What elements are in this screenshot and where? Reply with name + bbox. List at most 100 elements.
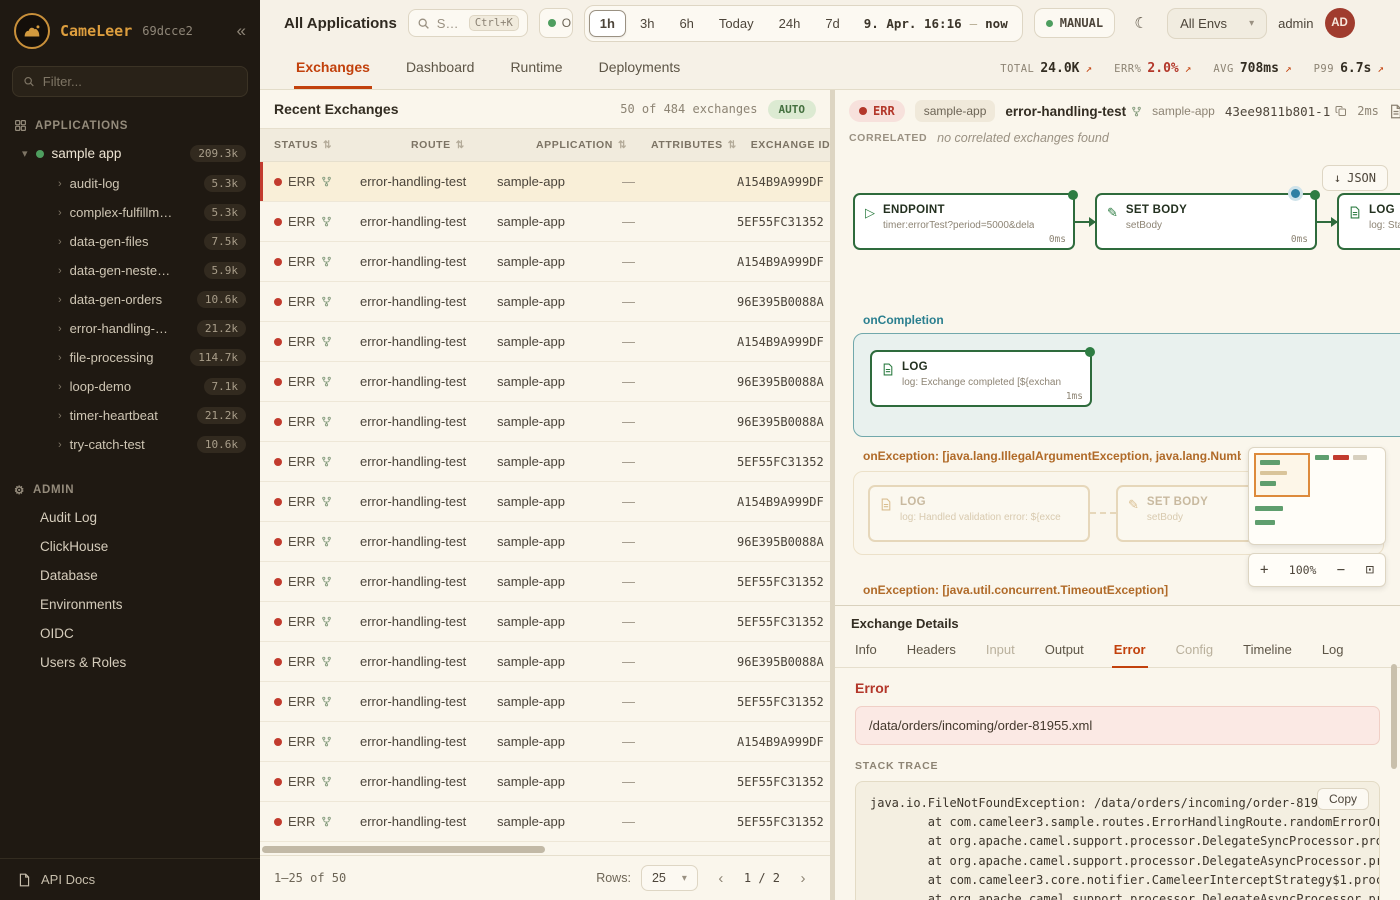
flow-connector-arrow <box>1075 221 1095 223</box>
copy-stack-trace-button[interactable]: Copy <box>1317 788 1369 810</box>
copy-icon[interactable] <box>1335 105 1347 117</box>
node-title: SET BODY <box>1147 496 1208 508</box>
table-row[interactable]: ERR error-handling-test sample-app — A15… <box>260 162 830 202</box>
table-row[interactable]: ERR error-handling-test sample-app — A15… <box>260 242 830 282</box>
filter-input[interactable] <box>43 74 237 89</box>
next-page-button[interactable]: › <box>790 865 816 891</box>
flow-node-log[interactable]: LOG log: Sta <box>1337 193 1400 250</box>
table-row[interactable]: ERR error-handling-test sample-app — 96E… <box>260 362 830 402</box>
zoom-out-button[interactable]: − <box>1337 562 1345 578</box>
column-header[interactable]: STATUS ⇅ <box>260 139 397 151</box>
sidebar-route-item[interactable]: › try-catch-test 10.6k <box>0 430 260 459</box>
application-badge[interactable]: sample-app <box>915 100 996 122</box>
sidebar-route-item[interactable]: › audit-log 5.3k <box>0 169 260 198</box>
table-row[interactable]: ERR error-handling-test sample-app — A15… <box>260 482 830 522</box>
app-version: 69dcce2 <box>142 24 193 38</box>
api-docs-link[interactable]: API Docs <box>0 858 260 900</box>
collapse-sidebar-icon[interactable]: « <box>237 21 246 41</box>
sidebar-route-item[interactable]: › timer-heartbeat 21.2k <box>0 401 260 430</box>
prev-page-button[interactable]: ‹ <box>708 865 734 891</box>
table-row[interactable]: ERR error-handling-test sample-app — 5EF… <box>260 682 830 722</box>
table-row[interactable]: ERR error-handling-test sample-app — 96E… <box>260 402 830 442</box>
auto-refresh-badge[interactable]: AUTO <box>768 100 817 119</box>
table-row[interactable]: ERR error-handling-test sample-app — A15… <box>260 322 830 362</box>
sidebar-filter[interactable] <box>12 66 248 97</box>
details-tab[interactable]: Input <box>984 636 1017 668</box>
flow-node-completion-log[interactable]: LOG log: Exchange completed [${exchan 1m… <box>870 350 1092 407</box>
table-row[interactable]: ERR error-handling-test sample-app — 5EF… <box>260 442 830 482</box>
date-range[interactable]: 9. Apr. 16:16 — now <box>864 16 1008 31</box>
zoom-in-button[interactable]: + <box>1260 562 1268 578</box>
application-cell: sample-app <box>483 494 608 509</box>
details-tab[interactable]: Log <box>1320 636 1346 668</box>
table-row[interactable]: ERR error-handling-test sample-app — 96E… <box>260 522 830 562</box>
manual-refresh-button[interactable]: MANUAL <box>1034 8 1115 38</box>
sidebar-item-sample-app[interactable]: ▾ sample app 209.3k <box>0 138 260 169</box>
sidebar-route-item[interactable]: › data-gen-orders 10.6k <box>0 285 260 314</box>
flow-node-exception-log[interactable]: LOG log: Handled validation error: ${exc… <box>868 485 1090 542</box>
table-row[interactable]: ERR error-handling-test sample-app — 5EF… <box>260 202 830 242</box>
column-header[interactable]: ROUTE ⇅ <box>397 139 522 151</box>
flow-node-endpoint[interactable]: ▷ ENDPOINT timer:errorTest?period=5000&d… <box>853 193 1075 250</box>
details-tab[interactable]: Config <box>1174 636 1216 668</box>
global-search[interactable]: S… Ctrl+K <box>408 9 528 37</box>
route-fork-icon <box>321 256 332 267</box>
sidebar-admin-item[interactable]: Database <box>0 561 260 590</box>
time-range-button[interactable]: Today <box>708 10 765 37</box>
time-range-button[interactable]: 7d <box>814 10 850 37</box>
scrollbar-thumb[interactable] <box>262 846 545 853</box>
nav-tab[interactable]: Runtime <box>508 49 564 89</box>
table-row[interactable]: ERR error-handling-test sample-app — A15… <box>260 722 830 762</box>
nav-tab[interactable]: Dashboard <box>404 49 477 89</box>
time-range-button[interactable]: 24h <box>768 10 812 37</box>
time-range-button[interactable]: 3h <box>629 10 665 37</box>
horizontal-scrollbar[interactable] <box>260 844 830 855</box>
vertical-scrollbar-thumb[interactable] <box>1391 664 1397 769</box>
sidebar-route-item[interactable]: › error-handling-… 21.2k <box>0 314 260 343</box>
zoom-fit-button[interactable]: ⊡ <box>1366 562 1374 578</box>
sidebar-admin-item[interactable]: Users & Roles <box>0 648 260 677</box>
details-tab[interactable]: Info <box>853 636 879 668</box>
column-header[interactable]: ATTRIBUTES ⇅ <box>637 139 737 151</box>
table-row[interactable]: ERR error-handling-test sample-app — 5EF… <box>260 602 830 642</box>
details-tab[interactable]: Headers <box>905 636 958 668</box>
sidebar-route-item[interactable]: › data-gen-files 7.5k <box>0 227 260 256</box>
sidebar-route-item[interactable]: › file-processing 114.7k <box>0 343 260 372</box>
status-cell: ERR <box>260 254 346 269</box>
route-cell: error-handling-test <box>346 214 483 229</box>
column-header[interactable]: APPLICATION ⇅ <box>522 139 637 151</box>
nav-tab[interactable]: Deployments <box>597 49 683 89</box>
time-range-button[interactable]: 6h <box>668 10 704 37</box>
sidebar-admin-item[interactable]: OIDC <box>0 619 260 648</box>
table-row[interactable]: ERR error-handling-test sample-app — 5EF… <box>260 802 830 842</box>
sidebar-admin-item[interactable]: Audit Log <box>0 503 260 532</box>
flow-node-exception-setbody[interactable]: ✎ SET BODY setBody <box>1116 485 1256 542</box>
download-json-button[interactable]: ↓ JSON <box>1322 165 1388 191</box>
column-header[interactable]: EXCHANGE ID ⇅ <box>737 139 845 151</box>
environment-select[interactable]: All Envs ▾ <box>1167 8 1267 39</box>
sidebar-route-item[interactable]: › data-gen-neste… 5.9k <box>0 256 260 285</box>
sidebar-admin-item[interactable]: ClickHouse <box>0 532 260 561</box>
table-row[interactable]: ERR error-handling-test sample-app — 96E… <box>260 282 830 322</box>
flow-node-setbody[interactable]: ✎ SET BODY setBody 0ms <box>1095 193 1317 250</box>
table-row[interactable]: ERR error-handling-test sample-app — 5EF… <box>260 762 830 802</box>
exchange-id-cell: 5EF55FC31352 <box>723 455 830 469</box>
table-row[interactable]: ERR error-handling-test sample-app — 96E… <box>260 642 830 682</box>
flow-canvas[interactable]: ↓ JSON ▷ ENDPOINT timer:errorTest?period… <box>835 153 1400 605</box>
details-tab[interactable]: Output <box>1043 636 1086 668</box>
flow-minimap[interactable] <box>1248 447 1386 545</box>
document-icon[interactable] <box>1389 104 1400 119</box>
sidebar-admin-item[interactable]: Environments <box>0 590 260 619</box>
dark-mode-toggle[interactable]: ☾ <box>1126 8 1156 38</box>
route-name[interactable]: error-handling-test <box>1005 104 1142 119</box>
time-range-button[interactable]: 1h <box>589 10 626 37</box>
rows-per-page-select[interactable]: 25 ▾ <box>641 865 698 891</box>
table-row[interactable]: ERR error-handling-test sample-app — 5EF… <box>260 562 830 602</box>
live-toggle[interactable]: O <box>539 8 573 38</box>
avatar[interactable]: AD <box>1325 8 1355 38</box>
details-tab[interactable]: Error <box>1112 636 1148 668</box>
details-tab[interactable]: Timeline <box>1241 636 1294 668</box>
nav-tab[interactable]: Exchanges <box>294 49 372 89</box>
sidebar-route-item[interactable]: › complex-fulfillm… 5.3k <box>0 198 260 227</box>
sidebar-route-item[interactable]: › loop-demo 7.1k <box>0 372 260 401</box>
